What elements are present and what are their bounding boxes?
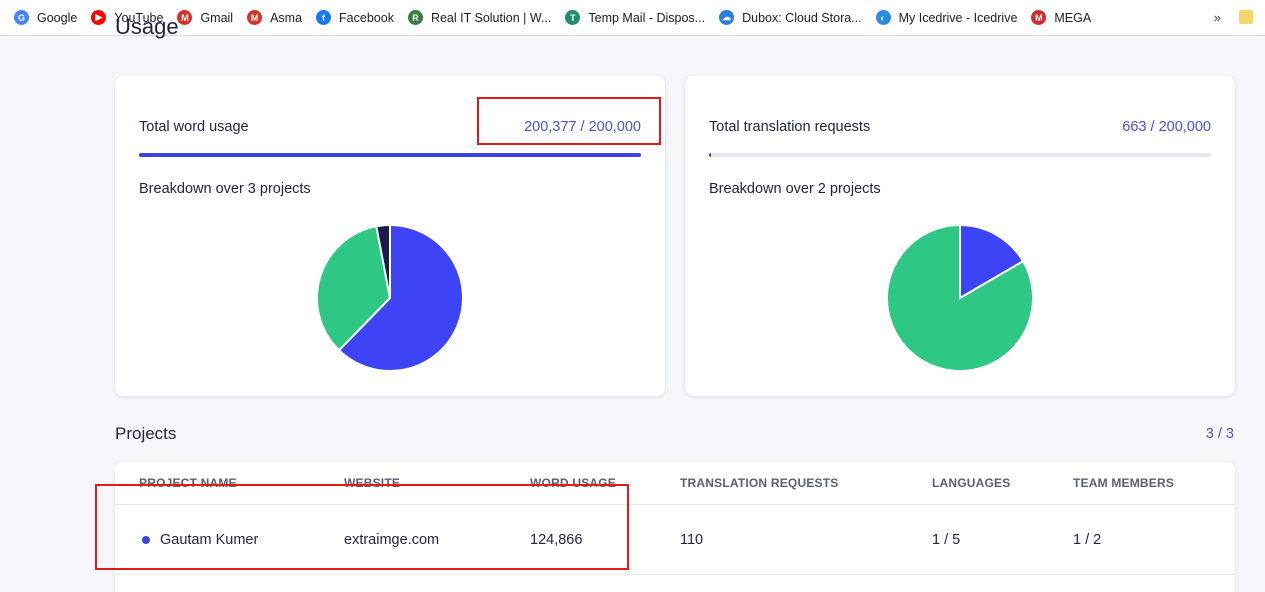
translation-breakdown-label: Breakdown over 2 projects: [709, 181, 881, 197]
bookmarks-more-button[interactable]: »: [1214, 10, 1221, 25]
bookmark-label: MEGA: [1054, 10, 1092, 25]
bookmark-item[interactable]: M Asma: [247, 10, 302, 25]
word-usage-progress-fill: [139, 153, 641, 157]
word-usage-pie-chart: [316, 223, 464, 372]
column-header-languages[interactable]: LANGUAGES: [932, 476, 1010, 490]
bookmark-label: Facebook: [339, 10, 394, 25]
bookmark-item[interactable]: f Facebook: [316, 10, 394, 25]
project-languages-cell: 1 / 5: [932, 532, 961, 548]
bookmark-item[interactable]: ◐ My Icedrive - Icedrive: [875, 10, 1018, 25]
dubox-icon: ☁: [719, 10, 735, 25]
icedrive-icon: ◐: [875, 10, 891, 25]
highlight-box-project-row: [95, 484, 629, 570]
translation-progress-bar: [709, 153, 1211, 157]
bookmark-label: My Icedrive - Icedrive: [898, 10, 1018, 25]
bookmark-label: Temp Mail - Dispos...: [588, 10, 706, 25]
bookmark-item[interactable]: G Google: [14, 10, 77, 25]
bookmark-item[interactable]: R Real IT Solution | W...: [407, 10, 552, 25]
google-icon: G: [14, 10, 29, 25]
youtube-icon: ▶: [91, 10, 107, 25]
bookmark-item[interactable]: M Gmail: [177, 10, 233, 25]
page-heading: Usage: [115, 14, 179, 39]
facebook-icon: f: [316, 10, 332, 25]
bookmarks-bar: G Google ▶ YouTube M Gmail M Asma f Facebook R Real…: [0, 0, 1265, 36]
translation-requests-label: Total translation requests: [709, 119, 871, 135]
table-row-divider: [115, 574, 1235, 575]
projects-count: 3 / 3: [1205, 426, 1234, 442]
column-header-translation-requests[interactable]: TRANSLATION REQUESTS: [680, 476, 838, 490]
translation-pie-chart: [886, 223, 1034, 372]
realit-icon: R: [407, 10, 423, 25]
bookmark-item[interactable]: ☁ Dubox: Cloud Stora...: [719, 10, 862, 25]
gmail-icon: M: [177, 10, 193, 25]
translation-requests-card: Total translation requests 663 / 200,000…: [685, 76, 1235, 396]
bookmark-label: Real IT Solution | W...: [430, 10, 552, 25]
folder-icon[interactable]: [1239, 10, 1253, 24]
column-header-team-members[interactable]: TEAM MEMBERS: [1073, 476, 1174, 490]
highlight-box-word-value: [477, 97, 661, 145]
projects-title: Projects: [115, 424, 177, 443]
word-usage-progress-bar: [139, 153, 641, 157]
gmail-icon: M: [247, 10, 263, 25]
bookmark-label: Gmail: [200, 10, 234, 25]
word-breakdown-label: Breakdown over 3 projects: [139, 181, 311, 197]
project-translation-requests-cell: 110: [680, 532, 704, 548]
bookmark-label: Dubox: Cloud Stora...: [742, 10, 862, 25]
mega-icon: M: [1031, 10, 1047, 25]
bookmark-item[interactable]: T Temp Mail - Dispos...: [565, 10, 705, 25]
bookmark-label: Google: [37, 10, 78, 25]
tempmail-icon: T: [565, 10, 581, 25]
bookmark-item[interactable]: M MEGA: [1031, 10, 1091, 25]
word-usage-label: Total word usage: [139, 119, 249, 135]
project-team-members-cell: 1 / 2: [1073, 532, 1102, 548]
translation-progress-fill: [709, 153, 711, 157]
translation-requests-value: 663 / 200,000: [1122, 119, 1211, 135]
bookmark-label: Asma: [270, 10, 303, 25]
